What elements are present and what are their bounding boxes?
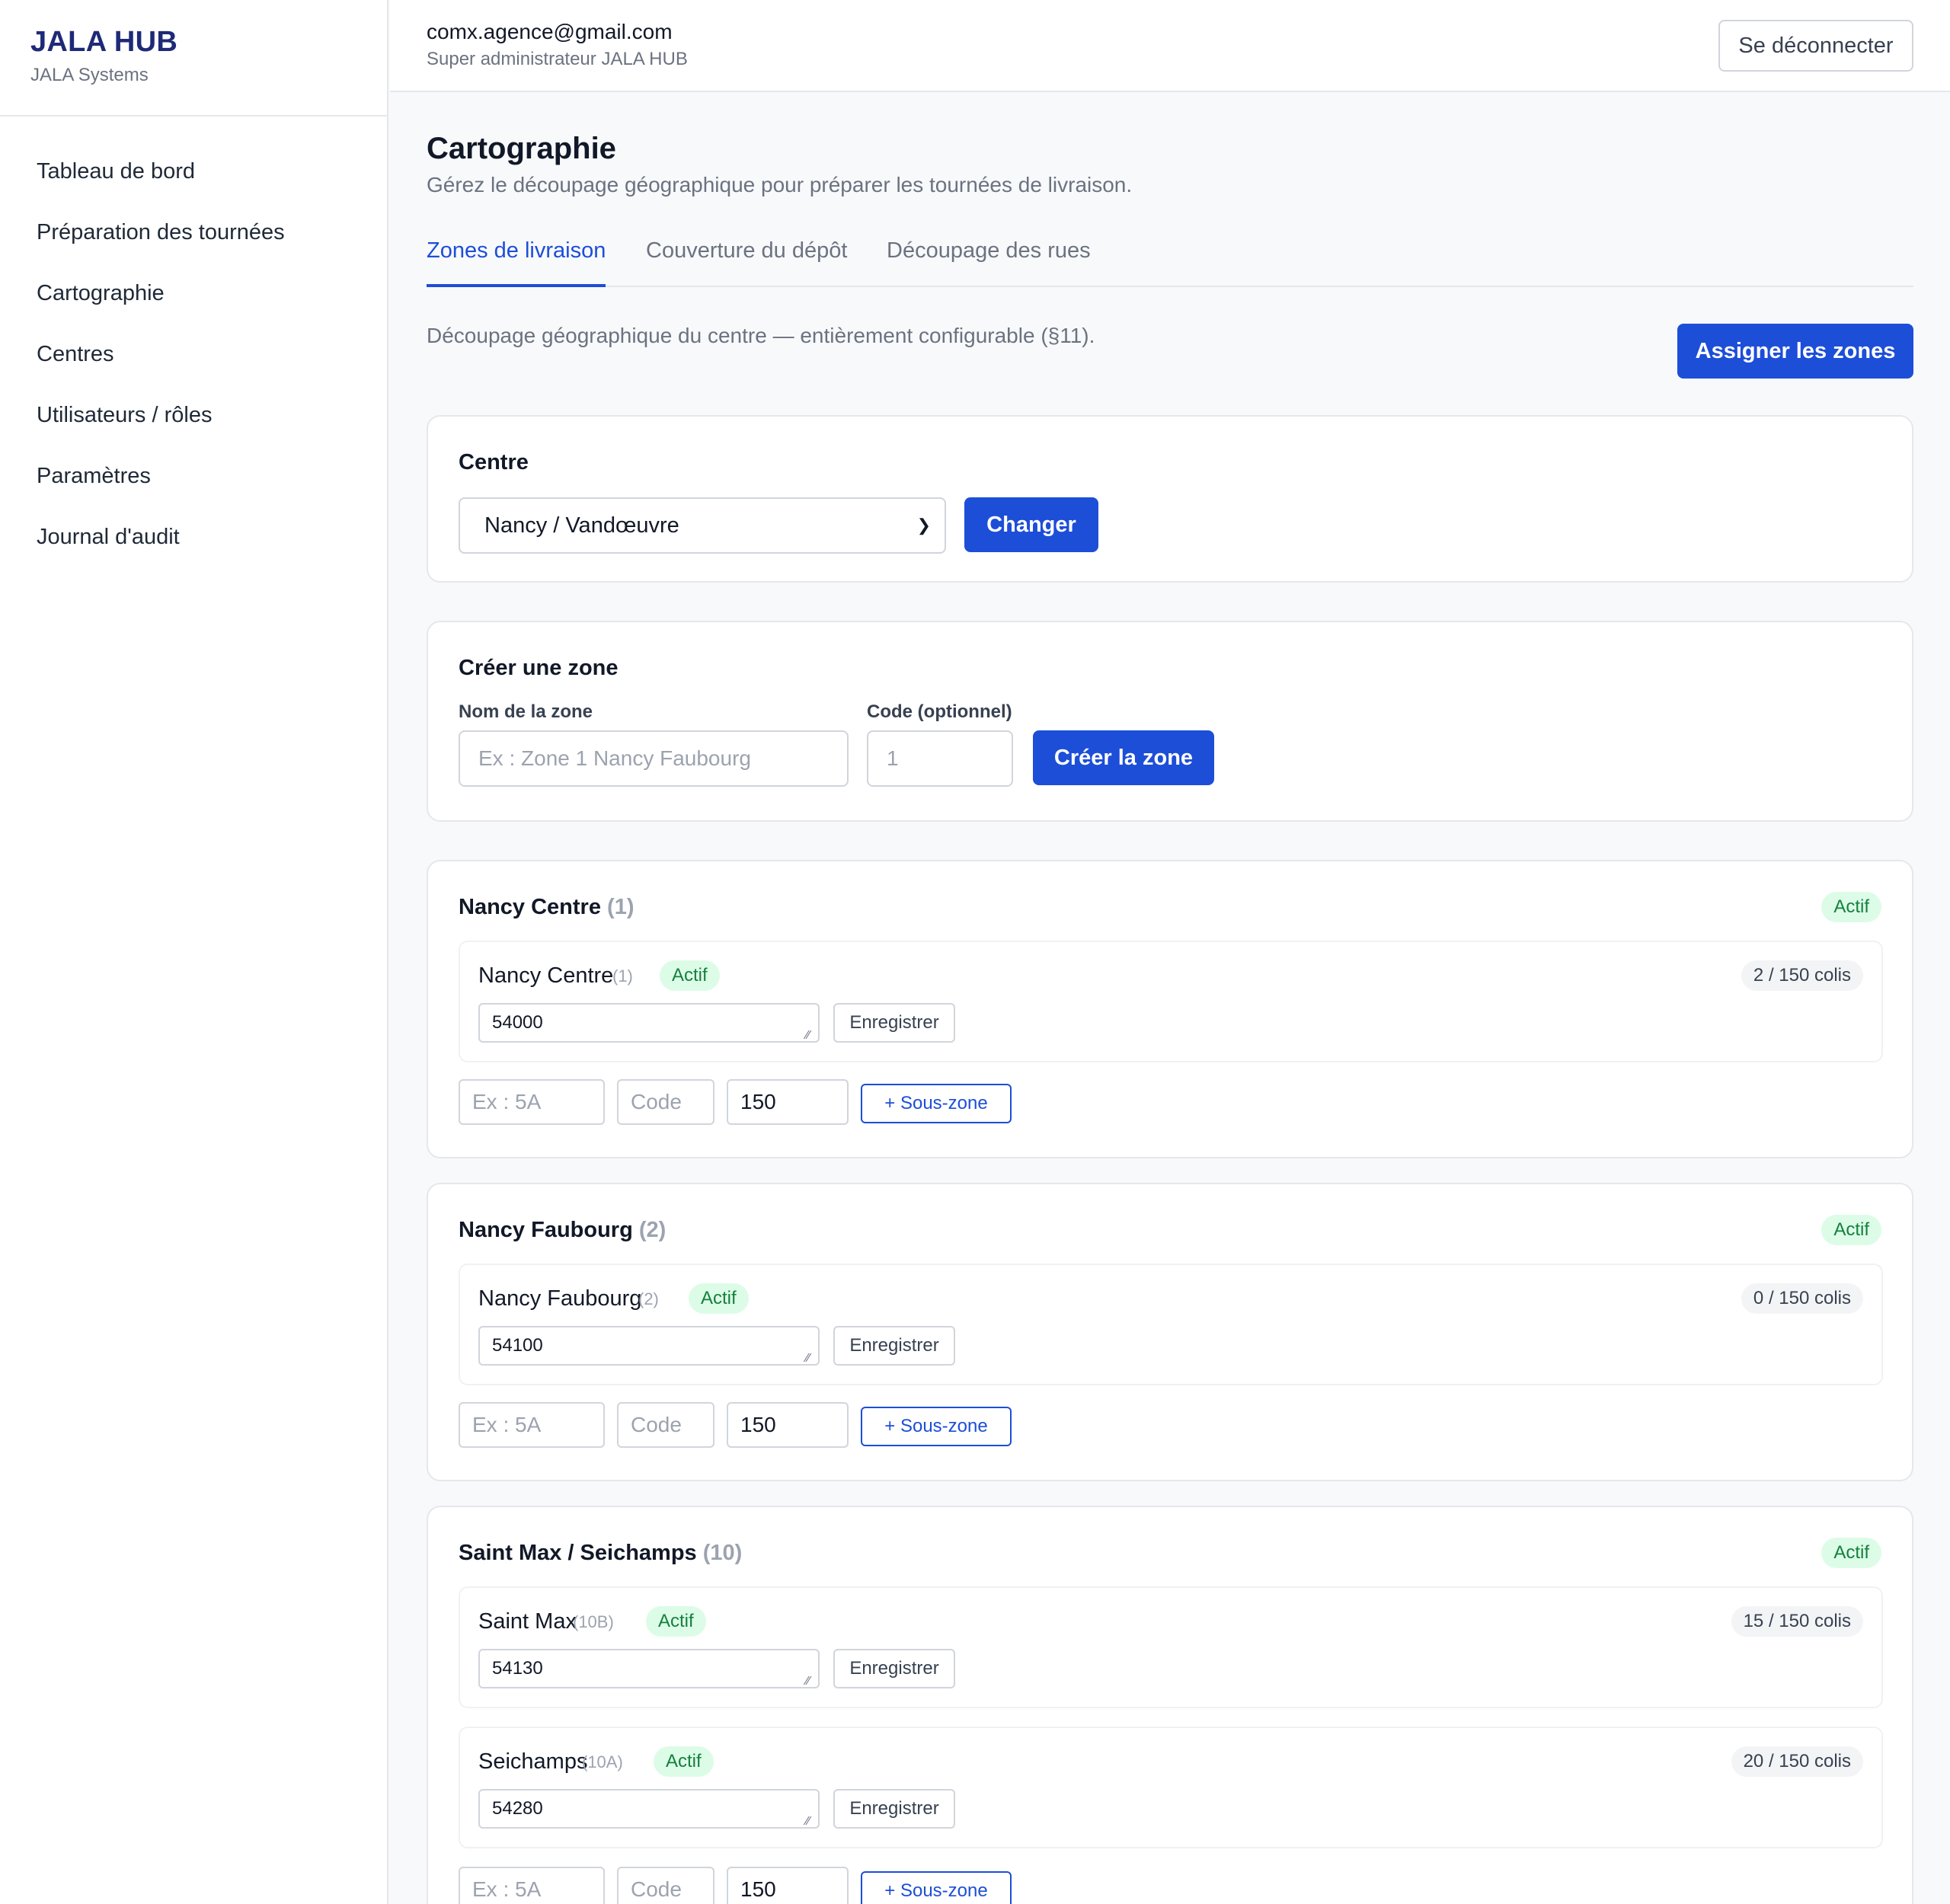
subzone-name: Nancy Centre <box>478 963 614 988</box>
parcel-count-badge: 15 / 150 colis <box>1731 1606 1863 1637</box>
resize-grip-icon[interactable]: ∕∕ <box>806 1815 810 1829</box>
parcel-count-badge: 20 / 150 colis <box>1731 1746 1863 1777</box>
subzone-code: (10B) <box>573 1612 614 1631</box>
centre-card-title: Centre <box>459 450 529 474</box>
status-badge: Actif <box>646 1606 706 1637</box>
parcel-count-badge: 0 / 150 colis <box>1741 1283 1863 1314</box>
nav-item-parametres[interactable]: Paramètres <box>0 453 387 514</box>
topbar: comx.agence@gmail.com Super administrate… <box>390 0 1950 92</box>
zone-code-input[interactable] <box>867 730 1013 787</box>
subzone-capacity-input[interactable] <box>727 1867 849 1904</box>
status-badge: Actif <box>1821 1538 1881 1568</box>
tab-couverture-depot[interactable]: Couverture du dépôt <box>646 229 847 287</box>
zone-code: (2) <box>638 1218 667 1242</box>
zone-card: Nancy Centre (1) Actif Nancy Centre (1) … <box>427 860 1913 1158</box>
assign-zones-button[interactable]: Assigner les zones <box>1677 324 1913 379</box>
zone-card: Nancy Faubourg (2) Actif Nancy Faubourg … <box>427 1183 1913 1481</box>
subzone-code-input[interactable] <box>617 1402 714 1448</box>
subzone-code: (2) <box>638 1289 659 1308</box>
logout-button[interactable]: Se déconnecter <box>1718 20 1913 72</box>
subzone-name-input[interactable] <box>459 1402 605 1448</box>
nav-item-utilisateurs-roles[interactable]: Utilisateurs / rôles <box>0 392 387 453</box>
brand-subtitle: JALA Systems <box>30 65 149 85</box>
add-subzone-button[interactable]: + Sous-zone <box>861 1084 1012 1123</box>
save-button[interactable]: Enregistrer <box>833 1326 955 1366</box>
sidebar: JALA HUB JALA Systems Tableau de bord Pr… <box>0 0 388 1904</box>
subzone-code: (1) <box>612 966 633 986</box>
resize-grip-icon[interactable]: ∕∕ <box>806 1675 810 1688</box>
change-centre-button[interactable]: Changer <box>964 497 1098 552</box>
zone-name: Nancy Faubourg <box>459 1218 633 1242</box>
brand-title: JALA HUB <box>30 26 178 58</box>
brand: JALA HUB JALA Systems <box>0 0 387 117</box>
subzone-row: Nancy Faubourg (2) Actif 0 / 150 colis ∕… <box>459 1263 1883 1385</box>
subzone-row: Seichamps (10A) Actif 20 / 150 colis ∕∕ … <box>459 1727 1883 1848</box>
resize-grip-icon[interactable]: ∕∕ <box>806 1029 810 1043</box>
nav-item-tableau-de-bord[interactable]: Tableau de bord <box>0 149 387 209</box>
nav-item-preparation-tournees[interactable]: Préparation des tournées <box>0 209 387 270</box>
centre-select[interactable]: Nancy / Vandœuvre ❯ <box>459 497 946 554</box>
zone-code: (1) <box>607 895 635 919</box>
save-button[interactable]: Enregistrer <box>833 1003 955 1043</box>
resize-grip-icon[interactable]: ∕∕ <box>806 1352 810 1366</box>
postcodes-input[interactable] <box>478 1326 820 1366</box>
subzone-row: Saint Max (10B) Actif 15 / 150 colis ∕∕ … <box>459 1586 1883 1708</box>
save-button[interactable]: Enregistrer <box>833 1789 955 1829</box>
zone-name-label: Nom de la zone <box>459 701 593 722</box>
add-subzone-button[interactable]: + Sous-zone <box>861 1871 1012 1904</box>
zone-title: Saint Max / Seichamps (10) <box>459 1541 742 1566</box>
subzone-name-input[interactable] <box>459 1079 605 1125</box>
page-title: Cartographie <box>427 132 616 165</box>
postcodes-input[interactable] <box>478 1789 820 1829</box>
create-zone-card: Créer une zone Nom de la zone Code (opti… <box>427 621 1913 822</box>
zone-code-label: Code (optionnel) <box>867 701 1012 722</box>
subzone-code-input[interactable] <box>617 1079 714 1125</box>
parcel-count-badge: 2 / 150 colis <box>1741 960 1863 991</box>
zone-name: Nancy Centre <box>459 895 601 919</box>
zone-name: Saint Max / Seichamps <box>459 1541 697 1565</box>
subzone-code: (10A) <box>582 1752 623 1771</box>
status-badge: Actif <box>1821 892 1881 922</box>
nav-item-centres[interactable]: Centres <box>0 331 387 392</box>
subzone-name: Saint Max <box>478 1609 577 1634</box>
centre-select-value: Nancy / Vandœuvre <box>484 513 679 538</box>
save-button[interactable]: Enregistrer <box>833 1649 955 1688</box>
zone-title: Nancy Centre (1) <box>459 895 634 920</box>
subzone-name: Nancy Faubourg <box>478 1286 642 1311</box>
tabs: Zones de livraison Couverture du dépôt D… <box>427 229 1913 287</box>
nav-item-cartographie[interactable]: Cartographie <box>0 270 387 331</box>
section-description: Découpage géographique du centre — entiè… <box>427 324 1095 347</box>
status-badge: Actif <box>660 960 720 991</box>
tab-zones-livraison[interactable]: Zones de livraison <box>427 229 606 287</box>
sidebar-nav: Tableau de bord Préparation des tournées… <box>0 117 387 575</box>
chevron-down-icon: ❯ <box>916 516 931 535</box>
centre-card: Centre Nancy / Vandœuvre ❯ Changer <box>427 415 1913 583</box>
subzone-code-input[interactable] <box>617 1867 714 1904</box>
status-badge: Actif <box>654 1746 714 1777</box>
zone-name-input[interactable] <box>459 730 849 787</box>
nav-item-journal-audit[interactable]: Journal d'audit <box>0 514 387 575</box>
status-badge: Actif <box>1821 1215 1881 1245</box>
subzone-row: Nancy Centre (1) Actif 2 / 150 colis ∕∕ … <box>459 941 1883 1062</box>
zone-code: (10) <box>702 1541 743 1565</box>
user-role: Super administrateur JALA HUB <box>427 49 688 69</box>
create-zone-title: Créer une zone <box>459 656 619 680</box>
subzone-name-input[interactable] <box>459 1867 605 1904</box>
subzone-capacity-input[interactable] <box>727 1402 849 1448</box>
postcodes-input[interactable] <box>478 1649 820 1688</box>
postcodes-input[interactable] <box>478 1003 820 1043</box>
add-subzone-button[interactable]: + Sous-zone <box>861 1407 1012 1446</box>
status-badge: Actif <box>689 1283 749 1314</box>
zone-card: Saint Max / Seichamps (10) Actif Saint M… <box>427 1506 1913 1904</box>
tab-decoupage-rues[interactable]: Découpage des rues <box>887 229 1091 287</box>
zone-title: Nancy Faubourg (2) <box>459 1218 666 1243</box>
subzone-capacity-input[interactable] <box>727 1079 849 1125</box>
page-subtitle: Gérez le découpage géographique pour pré… <box>427 173 1133 196</box>
subzone-name: Seichamps <box>478 1749 588 1774</box>
create-zone-button[interactable]: Créer la zone <box>1033 730 1214 785</box>
user-email: comx.agence@gmail.com <box>427 20 673 43</box>
